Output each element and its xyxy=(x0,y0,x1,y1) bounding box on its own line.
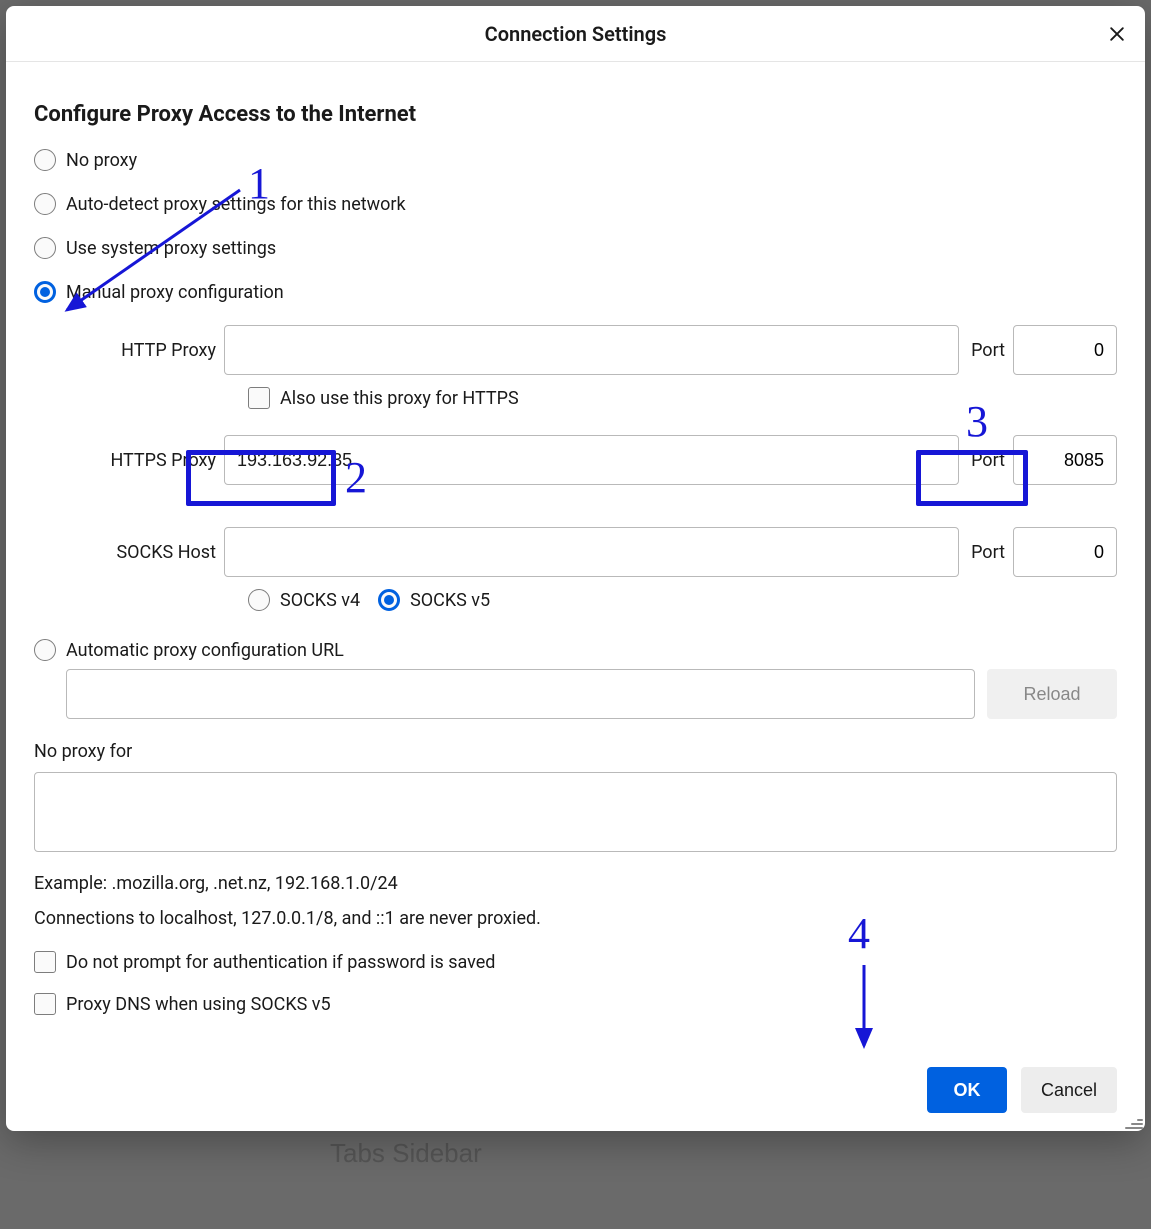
https-proxy-row: HTTPS Proxy Port xyxy=(66,435,1117,485)
http-proxy-label: HTTP Proxy xyxy=(66,340,216,361)
resize-grip-icon[interactable] xyxy=(1123,1109,1143,1129)
radio-auto-detect[interactable]: Auto-detect proxy settings for this netw… xyxy=(34,193,1117,215)
dialog-title: Connection Settings xyxy=(485,22,667,46)
proxy-dns-label: Proxy DNS when using SOCKS v5 xyxy=(66,994,331,1015)
close-button[interactable] xyxy=(1103,20,1131,48)
radio-socks-v5[interactable]: SOCKS v5 xyxy=(378,589,490,611)
section-heading: Configure Proxy Access to the Internet xyxy=(34,102,1117,127)
radio-icon xyxy=(34,639,56,661)
ok-button[interactable]: OK xyxy=(927,1067,1007,1113)
no-auth-prompt-row[interactable]: Do not prompt for authentication if pass… xyxy=(34,951,1117,973)
checkbox-icon xyxy=(34,951,56,973)
radio-system-proxy[interactable]: Use system proxy settings xyxy=(34,237,1117,259)
checkbox-icon xyxy=(34,993,56,1015)
no-proxy-example: Example: .mozilla.org, .net.nz, 192.168.… xyxy=(34,873,1117,894)
https-proxy-input[interactable] xyxy=(224,435,959,485)
manual-proxy-group: HTTP Proxy Port Also use this proxy for … xyxy=(66,325,1117,611)
dialog-footer: OK Cancel xyxy=(6,1057,1145,1131)
radio-icon xyxy=(248,589,270,611)
radio-socks-v4[interactable]: SOCKS v4 xyxy=(248,589,360,611)
no-auth-prompt-label: Do not prompt for authentication if pass… xyxy=(66,952,495,973)
dialog-header: Connection Settings xyxy=(6,6,1145,62)
pac-url-row: Reload xyxy=(66,669,1117,719)
close-icon xyxy=(1107,24,1127,44)
proxy-dns-row[interactable]: Proxy DNS when using SOCKS v5 xyxy=(34,993,1117,1015)
socks-host-label: SOCKS Host xyxy=(66,542,216,563)
http-port-input[interactable] xyxy=(1013,325,1117,375)
socks-port-label: Port xyxy=(971,542,1005,563)
radio-icon xyxy=(34,193,56,215)
radio-auto-config-url[interactable]: Automatic proxy configuration URL xyxy=(34,639,1117,661)
https-port-label: Port xyxy=(971,450,1005,471)
radio-socks-v4-label: SOCKS v4 xyxy=(280,590,360,611)
dialog-body: Configure Proxy Access to the Internet N… xyxy=(6,62,1145,1057)
radio-icon xyxy=(34,281,56,303)
http-proxy-input[interactable] xyxy=(224,325,959,375)
radio-auto-detect-label: Auto-detect proxy settings for this netw… xyxy=(66,194,406,215)
checkbox-icon xyxy=(248,387,270,409)
radio-no-proxy[interactable]: No proxy xyxy=(34,149,1117,171)
cancel-button[interactable]: Cancel xyxy=(1021,1067,1117,1113)
connection-settings-dialog: Connection Settings Configure Proxy Acce… xyxy=(6,6,1145,1131)
no-proxy-for-input[interactable] xyxy=(34,772,1117,852)
radio-auto-config-url-label: Automatic proxy configuration URL xyxy=(66,640,344,661)
radio-icon xyxy=(34,149,56,171)
http-proxy-row: HTTP Proxy Port xyxy=(66,325,1117,375)
https-port-input[interactable] xyxy=(1013,435,1117,485)
radio-icon xyxy=(34,237,56,259)
radio-socks-v5-label: SOCKS v5 xyxy=(410,590,490,611)
radio-no-proxy-label: No proxy xyxy=(66,150,137,171)
socks-host-input[interactable] xyxy=(224,527,959,577)
also-https-label: Also use this proxy for HTTPS xyxy=(280,388,519,409)
radio-system-proxy-label: Use system proxy settings xyxy=(66,238,276,259)
http-port-label: Port xyxy=(971,340,1005,361)
https-proxy-label: HTTPS Proxy xyxy=(66,450,216,471)
no-proxy-note: Connections to localhost, 127.0.0.1/8, a… xyxy=(34,908,1117,929)
radio-manual-proxy[interactable]: Manual proxy configuration xyxy=(34,281,1117,303)
radio-icon xyxy=(378,589,400,611)
socks-version-row: SOCKS v4 SOCKS v5 xyxy=(248,589,1117,611)
reload-button[interactable]: Reload xyxy=(987,669,1117,719)
no-proxy-for-label: No proxy for xyxy=(34,741,1117,762)
pac-url-input[interactable] xyxy=(66,669,975,719)
also-https-row[interactable]: Also use this proxy for HTTPS xyxy=(248,387,1117,409)
radio-manual-proxy-label: Manual proxy configuration xyxy=(66,282,284,303)
socks-port-input[interactable] xyxy=(1013,527,1117,577)
background-text: Tabs Sidebar xyxy=(330,1138,482,1169)
socks-host-row: SOCKS Host Port xyxy=(66,527,1117,577)
